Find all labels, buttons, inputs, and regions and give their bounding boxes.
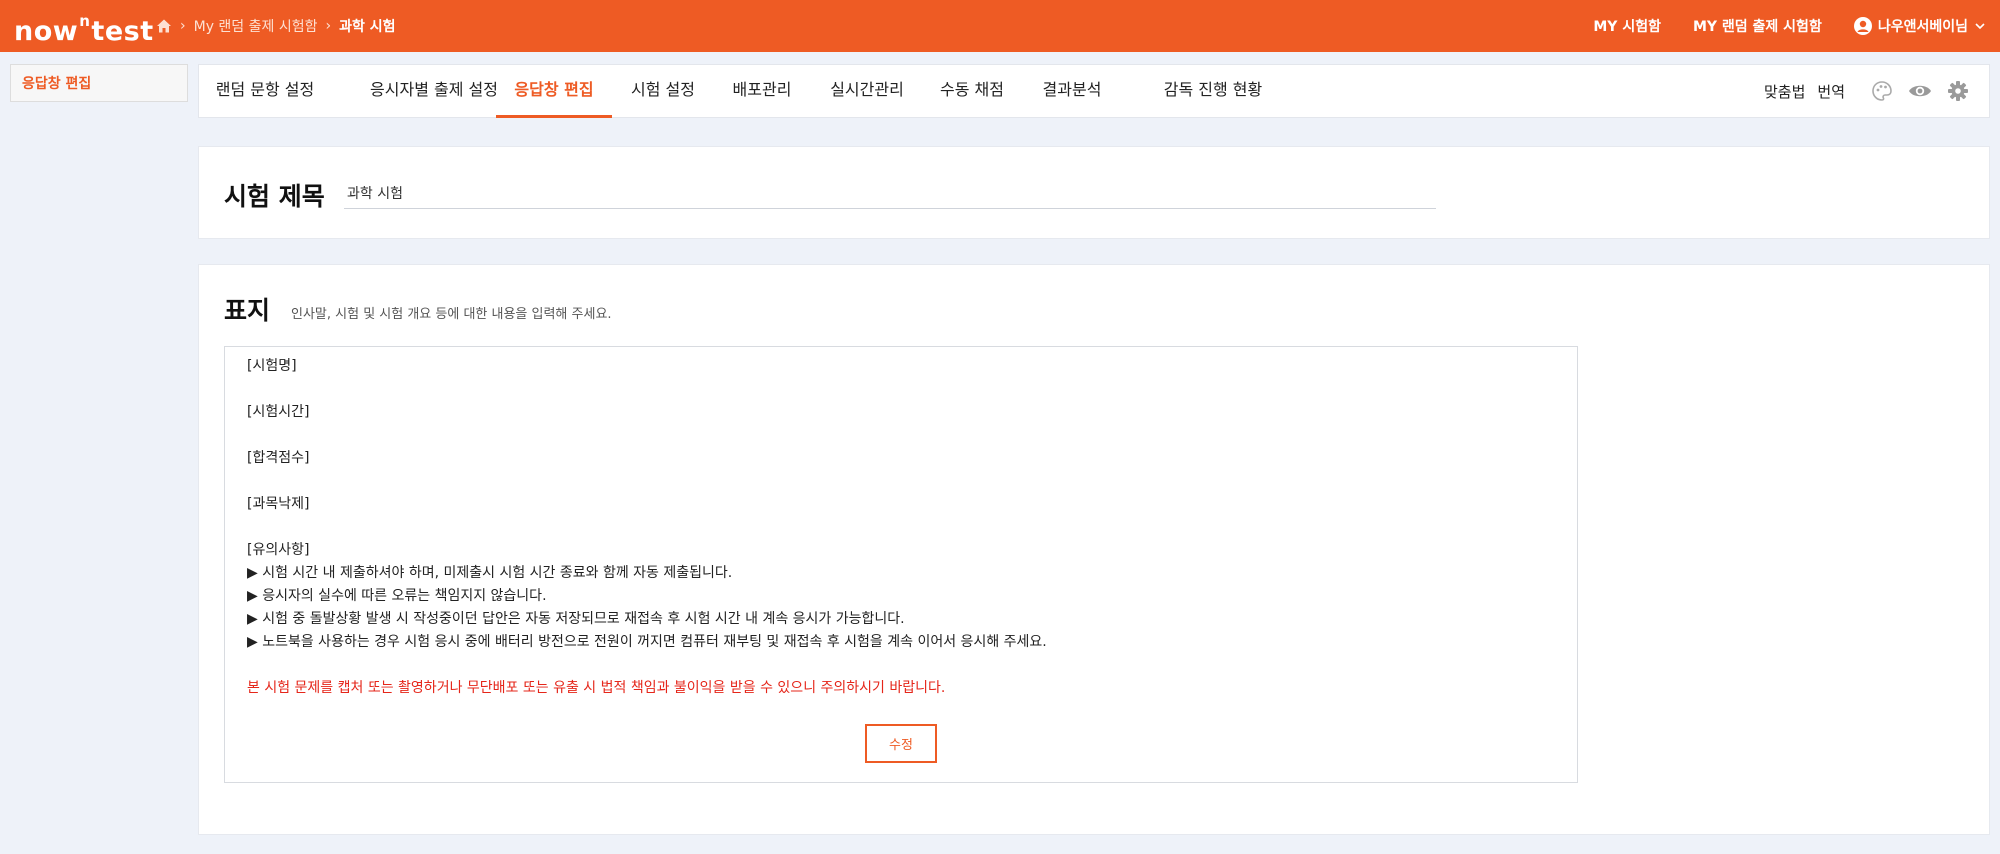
- cover-line: [247, 424, 1555, 447]
- cover-line: [과목낙제]: [247, 496, 310, 512]
- tab-bar: 랜덤 문항 설정 응시자별 출제 설정 응답창 편집 시험 설정 배포관리 실시…: [198, 64, 1990, 118]
- chevron-right-icon: ›: [180, 18, 186, 34]
- breadcrumb: › My 랜덤 출제 시험함 › 과학 시험: [156, 0, 396, 52]
- user-name: 나우앤서베이님: [1877, 19, 1968, 35]
- my-tests-link[interactable]: MY 시험함: [1593, 16, 1661, 36]
- user-menu[interactable]: 나우앤서베이님: [1853, 16, 1986, 36]
- cover-line: ▶ 노트북을 사용하는 경우 시험 응시 중에 배터리 방전으로 전원이 꺼지면…: [247, 634, 1047, 650]
- tab-random-question-settings[interactable]: 랜덤 문항 설정: [213, 65, 317, 118]
- cover-line: ▶ 시험 시간 내 제출하셔야 하며, 미제출시 시험 시간 종료와 함께 자동…: [247, 565, 733, 581]
- test-title-section: 시험 제목: [198, 146, 1990, 239]
- tab-manual-grading[interactable]: 수동 채점: [940, 65, 1004, 118]
- cover-warning: 본 시험 문제를 캡처 또는 촬영하거나 무단배포 또는 유출 시 법적 책임과…: [247, 680, 946, 696]
- sidebar-item-response-edit[interactable]: 응답창 편집: [10, 64, 188, 102]
- cover-line: ▶ 응시자의 실수에 따른 오류는 책임지지 않습니다.: [247, 588, 547, 604]
- cover-line: [247, 654, 1555, 677]
- cover-section: 표지 인사말, 시험 및 시험 개요 등에 대한 내용을 입력해 주세요. [시…: [198, 264, 1990, 835]
- test-title-input[interactable]: [344, 177, 1436, 209]
- tab-test-settings[interactable]: 시험 설정: [628, 65, 698, 118]
- cover-hint: 인사말, 시험 및 시험 개요 등에 대한 내용을 입력해 주세요.: [291, 307, 612, 322]
- cover-line: [247, 470, 1555, 493]
- edit-button[interactable]: 수정: [865, 724, 937, 763]
- toolbar: 맞춤법 번역: [1764, 65, 1969, 117]
- cover-line: [시험명]: [247, 358, 297, 374]
- translate-button[interactable]: 번역: [1817, 81, 1845, 102]
- cover-line: [247, 516, 1555, 539]
- cover-line: [247, 378, 1555, 401]
- my-random-tests-link[interactable]: MY 랜덤 출제 시험함: [1693, 16, 1822, 36]
- home-icon[interactable]: [156, 18, 172, 34]
- nowntest-logo[interactable]: nowntest: [14, 8, 154, 49]
- user-icon: [1853, 17, 1872, 35]
- breadcrumb-random-tests[interactable]: My 랜덤 출제 시험함: [194, 16, 318, 36]
- cover-line: ▶ 시험 중 돌발상황 발생 시 작성중이던 답안은 자동 저장되므로 재접속 …: [247, 611, 905, 627]
- cover-editor[interactable]: [시험명] [시험시간] [합격점수] [과목낙제] [유의사항] ▶ 시험 시…: [224, 346, 1578, 783]
- chevron-right-icon: ›: [325, 18, 332, 34]
- top-header: nowntest › My 랜덤 출제 시험함 › 과학 시험 MY 시험함 M…: [0, 0, 2000, 52]
- tab-per-examinee-settings[interactable]: 응시자별 출제 설정: [351, 65, 517, 118]
- eye-icon[interactable]: [1907, 80, 1933, 102]
- tab-result-analysis[interactable]: 결과분석: [1041, 65, 1103, 118]
- breadcrumb-current: 과학 시험: [339, 19, 396, 35]
- cover-line: [유의사항]: [247, 542, 310, 558]
- cover-line: [시험시간]: [247, 404, 310, 420]
- top-nav: MY 시험함 MY 랜덤 출제 시험함 나우앤서베이님: [1593, 0, 2000, 52]
- cover-line: [합격점수]: [247, 450, 310, 466]
- cover-label: 표지: [224, 296, 271, 325]
- tab-proctoring-status[interactable]: 감독 진행 현황: [1147, 65, 1279, 118]
- spellcheck-button[interactable]: 맞춤법: [1764, 81, 1805, 102]
- tab-distribution[interactable]: 배포관리: [730, 65, 794, 118]
- chevron-down-icon: [1975, 23, 1985, 30]
- gear-icon[interactable]: [1947, 80, 1969, 102]
- palette-icon[interactable]: [1871, 80, 1893, 102]
- tab-realtime[interactable]: 실시간관리: [829, 65, 905, 118]
- tab-response-edit[interactable]: 응답창 편집: [496, 65, 612, 118]
- test-title-label: 시험 제목: [224, 182, 325, 211]
